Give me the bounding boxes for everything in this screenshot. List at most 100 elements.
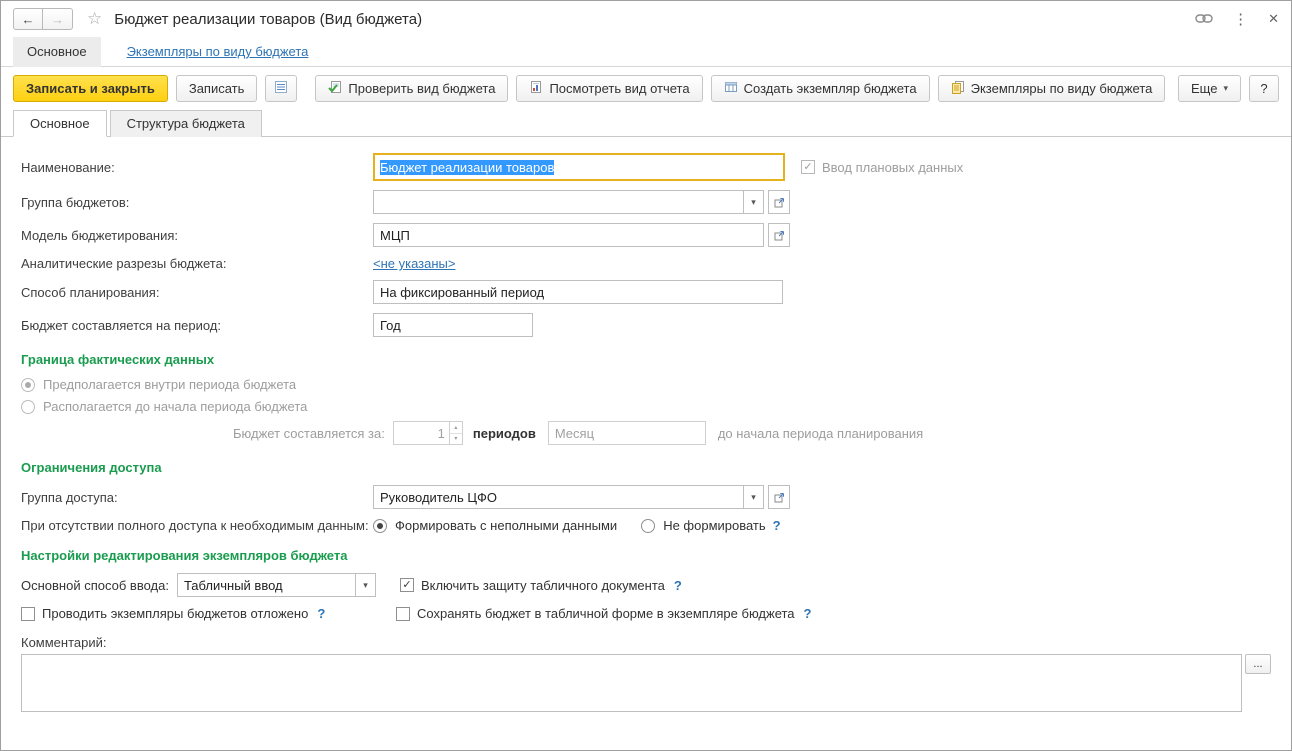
help-label: ? bbox=[1260, 81, 1267, 96]
chevron-down-icon: ▾ bbox=[363, 580, 368, 591]
deferred-help-link[interactable]: ? bbox=[317, 606, 325, 621]
create-instance-button[interactable]: Создать экземпляр бюджета bbox=[711, 75, 930, 102]
forward-icon: → bbox=[51, 12, 64, 27]
access-group-open-button[interactable] bbox=[768, 485, 790, 509]
protect-checkbox-label: Включить защиту табличного документа bbox=[421, 578, 665, 593]
save-tabular-checkbox-label: Сохранять бюджет в табличной форме в экз… bbox=[417, 606, 795, 621]
save-button[interactable]: Записать bbox=[176, 75, 258, 102]
view-report-icon bbox=[529, 80, 543, 97]
tab-structure[interactable]: Структура бюджета bbox=[110, 110, 262, 137]
model-label: Модель бюджетирования: bbox=[21, 228, 373, 243]
plan-input-checkbox-group: ✓ Ввод плановых данных bbox=[801, 160, 963, 175]
save-close-label: Записать и закрыть bbox=[26, 81, 155, 96]
chevron-down-icon: ▾ bbox=[751, 197, 756, 208]
page-title: Бюджет реализации товаров (Вид бюджета) bbox=[114, 11, 422, 28]
comment-label: Комментарий: bbox=[21, 635, 1271, 650]
create-instance-icon bbox=[724, 80, 738, 97]
plan-input-label: Ввод плановых данных bbox=[822, 160, 963, 175]
title-actions: ⋮ ✕ bbox=[1195, 10, 1279, 28]
access-help-link[interactable]: ? bbox=[773, 518, 781, 533]
comment-textarea[interactable] bbox=[21, 654, 1242, 712]
instances-button[interactable]: Экземпляры по виду бюджета bbox=[938, 75, 1166, 102]
save-close-button[interactable]: Записать и закрыть bbox=[13, 75, 168, 102]
budget-group-combo: ▾ bbox=[373, 190, 764, 214]
back-button[interactable]: ← bbox=[13, 8, 43, 30]
model-open-button[interactable] bbox=[768, 223, 790, 247]
check-budget-button[interactable]: Проверить вид бюджета bbox=[315, 75, 508, 102]
close-icon[interactable]: ✕ bbox=[1268, 11, 1279, 27]
period-unit-input[interactable] bbox=[548, 421, 706, 445]
save-tabular-checkbox[interactable] bbox=[396, 607, 410, 621]
analytics-link[interactable]: <не указаны> bbox=[373, 256, 455, 271]
spin-up-icon[interactable]: ▴ bbox=[450, 422, 462, 434]
help-button[interactable]: ? bbox=[1249, 75, 1279, 102]
spin-down-icon[interactable]: ▾ bbox=[450, 434, 462, 445]
show-list-button[interactable] bbox=[265, 75, 297, 102]
radio-inside-period[interactable] bbox=[21, 378, 35, 392]
input-method-dropdown-button[interactable]: ▾ bbox=[355, 573, 376, 597]
access-group-input[interactable] bbox=[373, 485, 743, 509]
list-icon bbox=[274, 80, 288, 97]
budget-group-input[interactable] bbox=[373, 190, 743, 214]
more-button[interactable]: Еще ▾ bbox=[1178, 75, 1241, 102]
ellipsis-icon: ... bbox=[1253, 659, 1262, 670]
budget-period-input[interactable] bbox=[373, 313, 533, 337]
name-input[interactable]: Бюджет реализации товаров bbox=[373, 153, 785, 181]
deferred-checkbox[interactable] bbox=[21, 607, 35, 621]
menu-dots-icon[interactable]: ⋮ bbox=[1233, 10, 1248, 28]
periods-word: периодов bbox=[473, 426, 536, 441]
plan-input-checkbox[interactable]: ✓ bbox=[801, 160, 815, 174]
title-bar: ← → ☆ Бюджет реализации товаров (Вид бюд… bbox=[1, 1, 1291, 37]
forward-button[interactable]: → bbox=[43, 8, 73, 30]
history-nav: ← → bbox=[13, 8, 73, 30]
view-report-button[interactable]: Посмотреть вид отчета bbox=[516, 75, 702, 102]
save-tabular-help-link[interactable]: ? bbox=[804, 606, 812, 621]
check-budget-icon bbox=[328, 80, 342, 97]
access-group-dropdown-button[interactable]: ▾ bbox=[743, 485, 764, 509]
comment-more-button[interactable]: ... bbox=[1245, 654, 1271, 674]
spinner-buttons: ▴ ▾ bbox=[449, 421, 463, 445]
radio-do-not-form-label: Не формировать bbox=[663, 518, 765, 533]
budget-group-open-button[interactable] bbox=[768, 190, 790, 214]
comment-block: ... bbox=[21, 654, 1271, 712]
deferred-checkbox-group: Проводить экземпляры бюджетов отложено ? bbox=[21, 606, 396, 621]
section-access: Ограничения доступа bbox=[21, 460, 1271, 475]
create-instance-label: Создать экземпляр бюджета bbox=[744, 81, 917, 96]
chevron-down-icon: ▾ bbox=[1223, 83, 1228, 94]
check-budget-label: Проверить вид бюджета bbox=[348, 81, 495, 96]
tab-main[interactable]: Основное bbox=[13, 110, 107, 137]
instances-icon bbox=[951, 80, 965, 97]
open-icon bbox=[774, 492, 785, 503]
radio-do-not-form[interactable] bbox=[641, 519, 655, 533]
instances-label: Экземпляры по виду бюджета bbox=[971, 81, 1153, 96]
favorite-star-icon[interactable]: ☆ bbox=[87, 9, 102, 29]
model-input[interactable] bbox=[373, 223, 764, 247]
periods-count-spinner: ▴ ▾ bbox=[393, 421, 463, 445]
input-method-label: Основной способ ввода: bbox=[21, 578, 169, 593]
planning-method-input[interactable] bbox=[373, 280, 783, 304]
nav-bar: Основное Экземпляры по виду бюджета bbox=[1, 37, 1291, 67]
deferred-checkbox-label: Проводить экземпляры бюджетов отложено bbox=[42, 606, 308, 621]
protect-checkbox[interactable]: ✓ bbox=[400, 578, 414, 592]
open-icon bbox=[774, 230, 785, 241]
get-link-icon[interactable] bbox=[1195, 12, 1213, 27]
nav-tab-main[interactable]: Основное bbox=[13, 37, 101, 67]
save-label: Записать bbox=[189, 81, 245, 96]
input-method-input[interactable] bbox=[177, 573, 355, 597]
periods-count-input[interactable] bbox=[393, 421, 449, 445]
more-label: Еще bbox=[1191, 81, 1217, 96]
radio-inside-period-label: Предполагается внутри периода бюджета bbox=[43, 377, 296, 392]
protect-help-link[interactable]: ? bbox=[674, 578, 682, 593]
access-group-combo: ▾ bbox=[373, 485, 764, 509]
budget-group-dropdown-button[interactable]: ▾ bbox=[743, 190, 764, 214]
check-icon: ✓ bbox=[803, 162, 812, 173]
radio-form-incomplete[interactable] bbox=[373, 519, 387, 533]
nav-link-instances[interactable]: Экземпляры по виду бюджета bbox=[127, 44, 309, 59]
radio-form-incomplete-label: Формировать с неполными данными bbox=[395, 518, 617, 533]
view-report-label: Посмотреть вид отчета bbox=[549, 81, 689, 96]
before-planning-suffix: до начала периода планирования bbox=[718, 426, 923, 441]
name-label: Наименование: bbox=[21, 160, 373, 175]
chevron-down-icon: ▾ bbox=[751, 492, 756, 503]
radio-before-period[interactable] bbox=[21, 400, 35, 414]
composed-for-label: Бюджет составляется за: bbox=[233, 426, 385, 441]
